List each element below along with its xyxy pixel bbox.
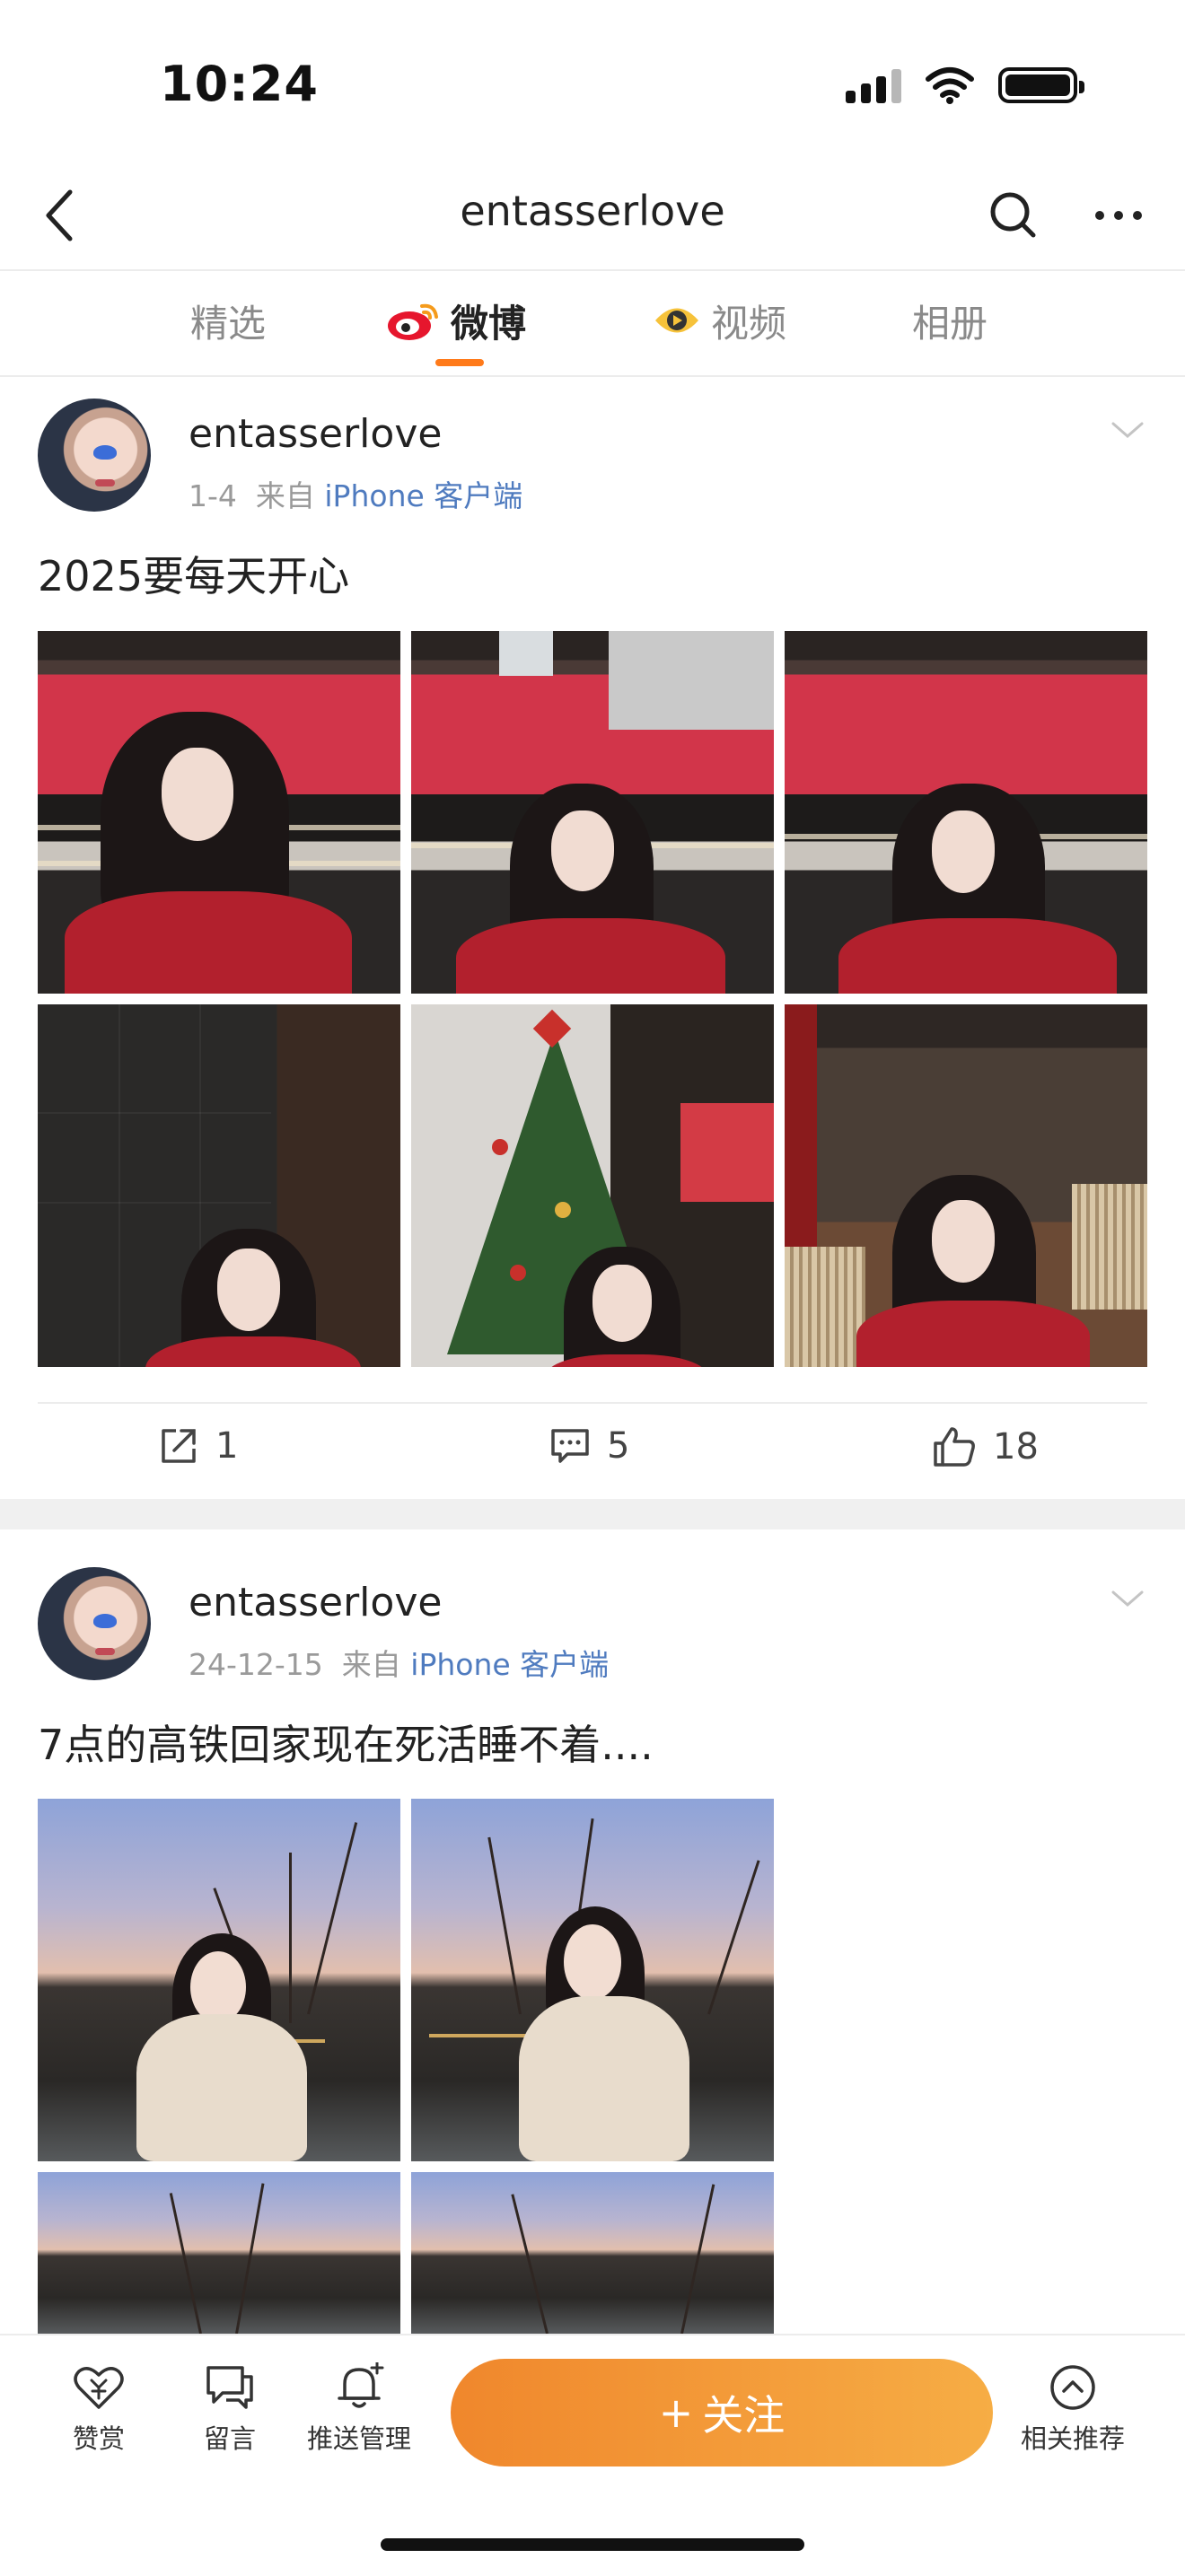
battery-icon [998,67,1084,103]
wifi-icon [926,67,974,104]
post-text: 7点的高铁回家现在死活睡不着.... [38,1721,654,1769]
post-date: 24-12-15 [189,1647,323,1682]
avatar[interactable] [38,399,151,512]
post-text: 2025要每天开心 [38,552,350,600]
chevron-down-icon[interactable] [1110,416,1146,443]
post-meta: 1-4 来自 iPhone 客户端 [189,472,522,515]
post-card: entasserlove 1-4 来自 iPhone 客户端 2025要每天开心 [0,377,1185,1499]
post-separator [0,1499,1185,1529]
search-icon [990,192,1036,238]
profile-tabs: 精选 微博 视频 相册 [0,269,1185,375]
push-settings-button[interactable]: 推送管理 [305,2362,413,2456]
chevron-down-icon[interactable] [1110,1585,1146,1612]
post-meta: 24-12-15 来自 iPhone 客户端 [189,1641,609,1684]
bell-icon [338,2362,384,2408]
plus-icon: + [658,2388,694,2437]
post-actions: 1 5 18 [0,1406,1185,1495]
push-settings-label: 推送管理 [306,2423,411,2454]
related-recommend-label: 相关推荐 [1020,2423,1125,2454]
tab-label: 相册 [912,301,988,346]
post-photo[interactable] [411,1799,774,2161]
active-tab-indicator [435,359,484,366]
post-divider [38,1402,1147,1404]
avatar[interactable] [38,1567,151,1680]
nav-bar: entasserlove [0,162,1185,269]
reward-label: 赞赏 [72,2423,125,2454]
post-photo[interactable] [38,631,400,994]
tab-label: 微博 [451,301,527,346]
message-label: 留言 [203,2423,256,2454]
tab-label: 精选 [190,301,267,346]
chevron-up-circle-icon [1050,2365,1095,2410]
like-count: 18 [993,1426,1039,1468]
post-photo[interactable] [38,1799,400,2161]
tab-video[interactable]: 视频 [652,289,786,352]
message-icon [206,2366,253,2409]
home-indicator[interactable] [381,2538,804,2551]
status-time: 10:24 [160,56,319,112]
reward-heart-icon [74,2367,124,2409]
status-bar: 10:24 [0,0,1185,162]
bottom-action-bar: 赞赏 留言 推送管理 + 关注 相关推荐 [0,2334,1185,2576]
post-source-link[interactable]: iPhone 客户端 [410,1647,609,1682]
post-username[interactable]: entasserlove [189,1580,442,1625]
video-eye-icon [655,308,698,333]
tab-weibo[interactable]: 微博 [386,289,526,352]
tab-label: 视频 [711,301,787,346]
repost-button[interactable]: 1 [158,1425,238,1467]
related-recommend-button[interactable]: 相关推荐 [1014,2362,1131,2456]
follow-button[interactable]: + 关注 [451,2359,993,2466]
reward-button[interactable]: 赞赏 [45,2362,153,2456]
like-button[interactable]: 18 [932,1425,1039,1468]
post-photo[interactable] [411,2172,774,2334]
post-photo[interactable] [785,1004,1147,1367]
cellular-signal-icon [846,67,901,103]
post-photo[interactable] [411,631,774,994]
weibo-logo-icon [388,303,438,340]
post-photo[interactable] [38,2172,400,2334]
tab-album[interactable]: 相册 [912,289,988,352]
post-source-link[interactable]: iPhone 客户端 [324,478,522,513]
follow-label: 关注 [702,2391,786,2440]
comment-icon [551,1429,589,1463]
tab-featured[interactable]: 精选 [190,289,266,352]
post-from-label: 来自 [255,478,315,513]
more-button[interactable] [1084,181,1153,250]
post-photo[interactable] [38,1004,400,1367]
post-date: 1-4 [189,478,237,513]
post-photo[interactable] [785,631,1147,994]
thumbs-up-icon [934,1427,975,1467]
share-icon [162,1429,196,1463]
search-button[interactable] [979,181,1049,250]
post-username[interactable]: entasserlove [189,411,442,457]
comment-count: 5 [607,1425,630,1467]
message-button[interactable]: 留言 [176,2362,284,2456]
post-from-label: 来自 [341,1647,401,1682]
post-card: entasserlove 24-12-15 来自 iPhone 客户端 7点的高… [0,1529,1185,2337]
status-icons [846,66,1084,104]
comment-button[interactable]: 5 [549,1425,629,1467]
post-photo[interactable] [411,1004,774,1367]
more-dots-icon [1095,211,1142,220]
repost-count: 1 [215,1425,239,1467]
